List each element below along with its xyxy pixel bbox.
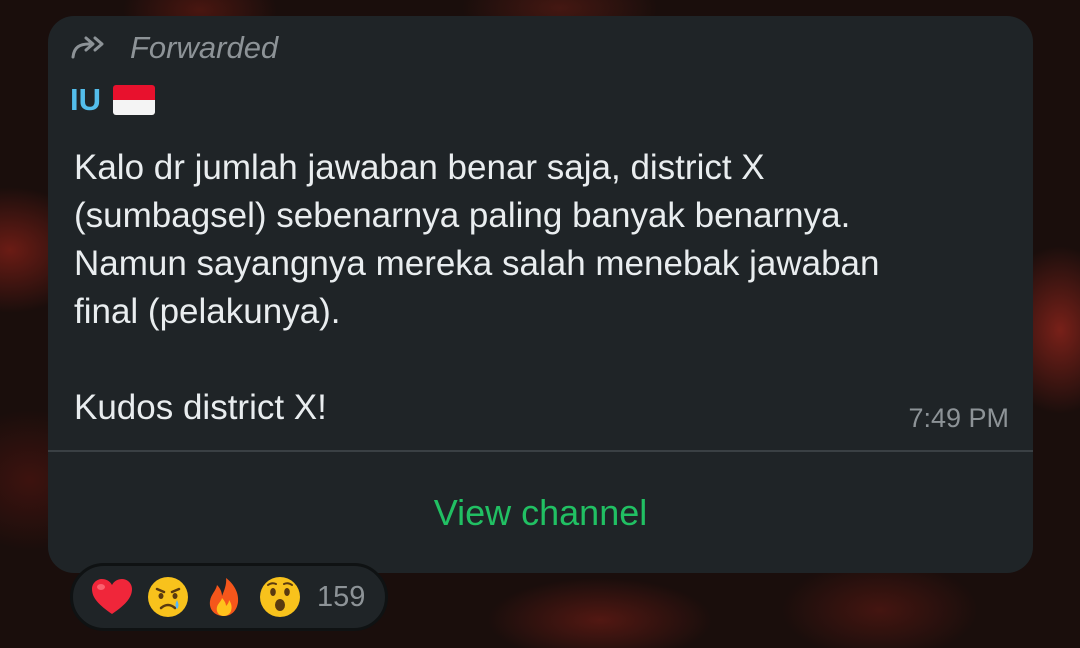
red-heart-icon (92, 579, 132, 614)
forwarded-header: Forwarded (70, 28, 278, 68)
forwarded-message-bubble[interactable]: Forwarded IU Kalo dr jumlah jawaban bena… (48, 16, 1033, 573)
reaction-count: 159 (317, 580, 366, 613)
message-line: Namun sayangnya mereka salah menebak jaw… (74, 244, 880, 283)
message-timestamp: 7:49 PM (908, 403, 1009, 433)
view-channel-label: View channel (433, 491, 648, 533)
forwarded-label: Forwarded (130, 30, 279, 65)
message-line: (sumbagsel) sebenarnya paling banyak ben… (74, 196, 851, 235)
message-text: Kalo dr jumlah jawaban benar saja, distr… (74, 144, 1004, 432)
message-line: Kalo dr jumlah jawaban benar saja, distr… (74, 148, 765, 187)
crying-face-icon (148, 577, 188, 617)
fire-icon (209, 578, 239, 616)
message-closing-line: Kudos district X! (74, 388, 327, 427)
message-line: final (pelakunya). (74, 292, 341, 331)
sender-label: IU (70, 82, 101, 117)
surprised-face-icon (260, 577, 300, 617)
reactions-bar[interactable]: 159 (70, 563, 389, 631)
view-channel-button[interactable]: View channel (48, 452, 1033, 573)
indonesia-flag-icon (113, 85, 155, 115)
sender-name[interactable]: IU (70, 82, 155, 118)
forward-arrow-icon (71, 36, 104, 59)
